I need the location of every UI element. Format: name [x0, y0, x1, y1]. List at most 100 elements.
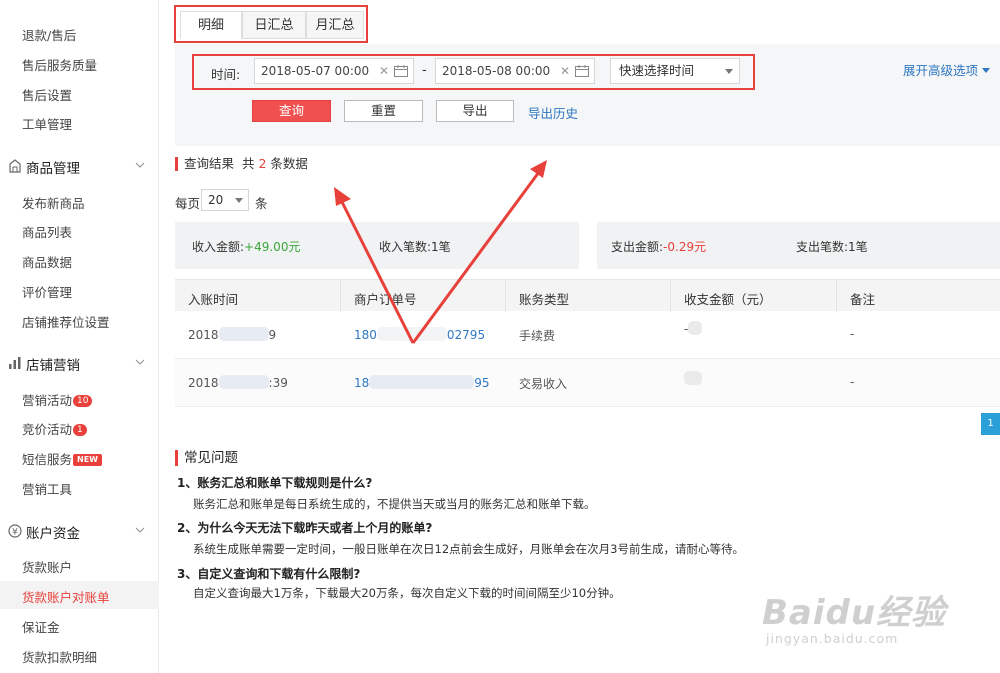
sidebar-item-after-sales-settings[interactable]: 售后设置 [22, 85, 72, 104]
sidebar-item-refunds[interactable]: 退款/售后 [22, 25, 76, 44]
income-summary: 收入金额:+49.00元 收入笔数:1笔 [175, 222, 579, 269]
sidebar-item-campaigns[interactable]: 营销活动 10 [22, 390, 93, 409]
result-suffix: 条数据 [270, 156, 308, 171]
redacted-mask [376, 327, 447, 341]
sidebar-item-product-data[interactable]: 商品数据 [22, 252, 72, 271]
watermark: Baidu经验 jingyan.baidu.com [762, 585, 947, 646]
redacted-mask [684, 371, 702, 385]
sidebar-item-after-sales-quality[interactable]: 售后服务质量 [22, 55, 97, 74]
entry-time-start: 2018 [188, 376, 219, 390]
entry-time: 2018 :39 [188, 375, 288, 390]
order-number-start: 180 [354, 328, 377, 342]
expense-amount: 支出金额:-0.29元 [611, 238, 706, 255]
sidebar-item-reviews[interactable]: 评价管理 [22, 282, 72, 301]
sidebar-item-label: 营销活动 [22, 393, 73, 408]
tab-monthly-summary[interactable]: 月汇总 [306, 11, 364, 39]
page-root: 退款/售后 售后服务质量 售后设置 工单管理 商品管理 发布新商品 商品列表 商… [0, 0, 1000, 673]
redacted-mask [218, 375, 269, 389]
faq-question: 3、自定义查询和下载有什么限制? [177, 567, 361, 581]
result-label: 查询结果 [184, 156, 235, 171]
chevron-down-icon [135, 527, 145, 533]
amount: - [684, 321, 703, 336]
table-row: 2018 9 180 02795 手续费 - - [175, 311, 1000, 359]
sidebar-group-label: 店铺营销 [26, 358, 80, 374]
expense-count: 支出笔数:1笔 [796, 238, 868, 255]
entry-time-end: 9 [268, 328, 277, 342]
note: - [850, 327, 855, 341]
order-number-link[interactable]: 180 02795 [354, 327, 485, 342]
svg-text:¥: ¥ [12, 528, 18, 538]
clear-icon[interactable]: ✕ [379, 59, 389, 83]
advanced-options-toggle[interactable]: 展开高级选项 [903, 60, 991, 79]
export-history-link[interactable]: 导出历史 [528, 103, 578, 122]
sidebar-item-label: 短信服务 [22, 452, 73, 467]
sidebar-group-products[interactable]: 商品管理 [8, 157, 153, 177]
faq-answer: 系统生成账单需要一定时间，一般日账单在次日12点前会生成好，月账单会在次月3号前… [193, 542, 744, 556]
transaction-type: 交易收入 [519, 377, 568, 391]
sidebar-item-deductions[interactable]: 货款扣款明细 [22, 647, 97, 666]
sidebar-item-recommend-slots[interactable]: 店铺推荐位设置 [22, 312, 110, 331]
advanced-options-label: 展开高级选项 [903, 63, 979, 78]
export-button[interactable]: 导出 [436, 100, 514, 122]
income-count-label: 收入笔数: [379, 240, 432, 254]
sidebar-item-tickets[interactable]: 工单管理 [22, 114, 72, 133]
sidebar-item-label: 竞价活动 [22, 422, 73, 437]
quick-time-select[interactable]: 快速选择时间 [610, 58, 740, 84]
yen-coin-icon: ¥ [8, 524, 22, 538]
reset-button[interactable]: 重置 [344, 100, 423, 122]
column-header: 账务类型 [519, 292, 570, 307]
new-badge: NEW [73, 454, 102, 466]
entry-time-end: :39 [268, 376, 288, 390]
calendar-icon[interactable] [575, 65, 589, 77]
income-count-value: 1笔 [431, 240, 451, 254]
faq-heading: 常见问题 [175, 450, 238, 466]
redacted-mask [218, 327, 269, 341]
column-header: 备注 [850, 292, 876, 307]
sidebar-group-account-funds[interactable]: ¥ 账户资金 [8, 522, 153, 542]
expense-amount-value: -0.29元 [663, 240, 707, 254]
column-divider [836, 280, 837, 312]
calendar-icon[interactable] [394, 65, 408, 77]
sidebar-item-sms[interactable]: 短信服务 NEW [22, 449, 102, 468]
entry-time-start: 2018 [188, 328, 219, 342]
query-button[interactable]: 查询 [252, 100, 331, 122]
entry-time: 2018 9 [188, 327, 276, 342]
sidebar-item-deposit[interactable]: 保证金 [22, 617, 60, 636]
quick-time-value: 快速选择时间 [619, 63, 695, 78]
end-date-input[interactable]: 2018-05-08 00:00 ✕ [435, 58, 595, 84]
tab-detail[interactable]: 明细 [180, 11, 242, 39]
start-date-value: 2018-05-07 00:00 [261, 64, 370, 78]
pagination-page-1[interactable]: 1 [981, 413, 1000, 435]
column-divider [670, 280, 671, 312]
sidebar-item-account-statement[interactable]: 货款账户对账单 [22, 587, 110, 606]
filter-panel: 时间: 2018-05-07 00:00 ✕ - 2018-05-08 00:0… [175, 44, 1000, 146]
sidebar-item-bidding[interactable]: 竞价活动 1 [22, 419, 87, 438]
caret-down-icon [235, 198, 243, 203]
shop-icon [9, 159, 21, 173]
time-label: 时间: [211, 67, 241, 82]
amount [684, 371, 702, 386]
note: - [850, 375, 855, 389]
order-number-end: 02795 [446, 328, 486, 342]
sidebar-item-payment-account[interactable]: 货款账户 [22, 557, 72, 576]
order-number-link[interactable]: 18 95 [354, 375, 490, 390]
income-count: 收入笔数:1笔 [379, 238, 451, 255]
sidebar-item-publish-product[interactable]: 发布新商品 [22, 193, 85, 212]
sidebar-item-product-list[interactable]: 商品列表 [22, 222, 72, 241]
clear-icon[interactable]: ✕ [560, 59, 570, 83]
start-date-input[interactable]: 2018-05-07 00:00 ✕ [254, 58, 414, 84]
transaction-type: 手续费 [519, 329, 556, 343]
redacted-mask [369, 375, 475, 389]
per-page-value: 20 [208, 193, 224, 207]
table-header: 入账时间 商户订单号 账务类型 收支金额（元） 备注 [175, 279, 1000, 312]
tab-daily-summary[interactable]: 日汇总 [242, 11, 306, 39]
count-badge: 1 [73, 424, 87, 436]
faq-question: 2、为什么今天无法下载昨天或者上个月的账单? [177, 521, 433, 535]
sidebar-group-marketing[interactable]: 店铺营销 [8, 354, 153, 374]
sidebar-item-marketing-tools[interactable]: 营销工具 [22, 479, 72, 498]
sidebar: 退款/售后 售后服务质量 售后设置 工单管理 商品管理 发布新商品 商品列表 商… [0, 0, 159, 673]
order-number-end: 95 [474, 376, 490, 390]
per-page-select[interactable]: 20 [201, 189, 249, 211]
faq-answer: 自定义查询最大1万条，下载最大20万条，每次自定义下载的时间间隔至少10分钟。 [193, 586, 621, 600]
watermark-brand: Baidu经验 [762, 593, 947, 633]
